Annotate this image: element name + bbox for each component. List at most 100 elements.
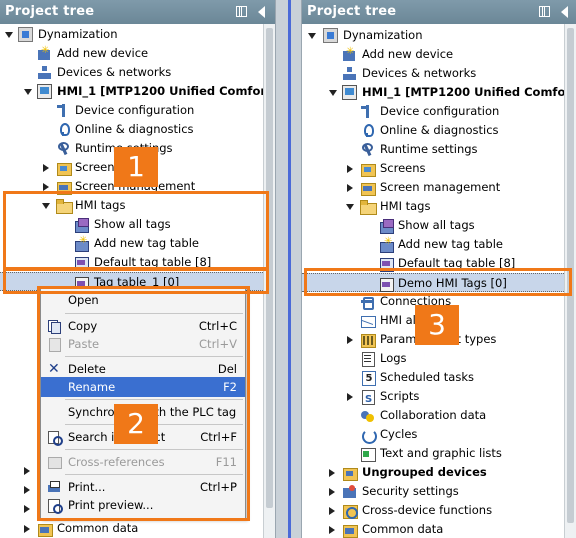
tree-item-hmi-tags[interactable]: HMI tags [0, 196, 263, 215]
tree-item-hmi-1[interactable]: HMI_1 [MTP1200 Unified Comfort] [302, 83, 576, 102]
tree-item-collaboration-data[interactable]: Collaboration data [302, 406, 564, 425]
tree-item-label: Add new tag table [398, 237, 503, 251]
expand-toggle-icon[interactable] [329, 507, 335, 515]
expand-toggle-icon[interactable] [329, 488, 335, 496]
tree-item-cycles[interactable]: Cycles [302, 425, 564, 444]
tree-item-label: Scripts [380, 389, 420, 403]
panel-title: Project tree [5, 4, 95, 19]
tree-item-demo-hmi-tags[interactable]: Demo HMI Tags [0] [302, 273, 564, 292]
vertical-scrollbar[interactable] [564, 24, 576, 538]
tree-item-devices-networks[interactable]: Devices & networks [0, 63, 263, 82]
tree-item-add-new-tag-table[interactable]: Add new tag table [302, 232, 564, 254]
menu-item-label: Cross-references [68, 455, 165, 469]
collapse-panel-icon[interactable] [561, 6, 568, 18]
expand-toggle-icon[interactable] [308, 33, 316, 39]
tree-item-hmi-1[interactable]: HMI_1 [MTP1200 Unified Comfort] [0, 82, 275, 101]
tree-item-devices-networks[interactable]: Devices & networks [302, 64, 564, 83]
tree-item-online-diagnostics[interactable]: Online & diagnostics [302, 121, 564, 140]
expand-toggle-icon[interactable] [24, 89, 32, 95]
expand-toggle-icon[interactable] [24, 486, 30, 494]
tree-item-device-configuration[interactable]: Device configuration [302, 102, 564, 121]
menu-item-rename[interactable]: Rename F2 [41, 377, 245, 397]
menu-item-shortcut: F2 [223, 380, 237, 394]
expand-toggle-icon[interactable] [24, 505, 30, 513]
expand-toggle-icon[interactable] [347, 336, 353, 344]
tree-item-text-graphic-lists[interactable]: Text and graphic lists [302, 444, 564, 463]
tree-item-label: HMI_1 [MTP1200 Unified Comfort] [362, 85, 576, 99]
common-data-icon [342, 522, 358, 538]
menu-item-paste[interactable]: Paste Ctrl+V [41, 334, 245, 354]
menu-item-cross-references[interactable]: Cross-references F11 [41, 452, 245, 472]
tree-item-logs[interactable]: Logs [302, 349, 564, 368]
expand-toggle-icon[interactable] [347, 393, 353, 401]
tag-table-icon [74, 255, 89, 271]
layout-icon[interactable] [539, 6, 550, 17]
tree-item-show-all-tags[interactable]: Show all tags [0, 215, 263, 234]
tree-item-cross-device-functions[interactable]: Cross-device functions [302, 501, 564, 520]
project-icon [18, 27, 33, 42]
tree-item-ungrouped-devices[interactable]: Ungrouped devices [302, 463, 564, 482]
tree-item-label: Screens [380, 161, 426, 175]
expand-toggle-icon[interactable] [24, 525, 30, 533]
tree-item-default-tag-table[interactable]: Default tag table [8] [302, 254, 564, 273]
expand-toggle-icon[interactable] [24, 467, 30, 475]
menu-item-print[interactable]: Print... Ctrl+P [41, 477, 245, 497]
tree-item-label: Security settings [362, 484, 459, 498]
tree-item-label: Default tag table [8] [94, 255, 212, 269]
tree-item-screens[interactable]: Screens [302, 159, 564, 178]
menu-item-shortcut: F11 [215, 455, 237, 469]
tree-item-hmi-tags[interactable]: HMI tags [302, 197, 564, 216]
tree-item-label: Device configuration [75, 103, 195, 117]
tree-item-scheduled-tasks[interactable]: Scheduled tasks [302, 368, 564, 387]
tree-item-screen-management[interactable]: Screen management [302, 178, 564, 197]
menu-item-print-preview[interactable]: Print preview... [41, 495, 245, 515]
scrollbar-thumb[interactable] [567, 28, 574, 523]
expand-toggle-icon[interactable] [43, 183, 49, 191]
layout-icon[interactable] [236, 6, 247, 17]
collapse-panel-icon[interactable] [258, 6, 265, 18]
tree-item-dynamization[interactable]: Dynamization [0, 25, 263, 44]
expand-toggle-icon[interactable] [347, 184, 353, 192]
tree-item-label: HMI_1 [MTP1200 Unified Comfort] [57, 84, 275, 98]
expand-toggle-icon[interactable] [42, 203, 50, 209]
tree-item-default-tag-table[interactable]: Default tag table [8] [0, 253, 263, 272]
menu-item-copy[interactable]: Copy Ctrl+C [41, 316, 245, 336]
callout-step-3: 3 [415, 305, 459, 345]
tree-item-online-diagnostics[interactable]: Online & diagnostics [0, 120, 263, 139]
callout-step-2: 2 [114, 404, 158, 444]
menu-item-label: Paste [68, 337, 100, 351]
scrollbar-thumb[interactable] [266, 28, 273, 508]
vertical-scrollbar[interactable] [263, 24, 275, 538]
tree-item-add-new-device[interactable]: Add new device [302, 42, 564, 64]
expand-toggle-icon[interactable] [43, 164, 49, 172]
tree-item-runtime-settings[interactable]: Runtime settings [302, 140, 564, 159]
alarm-icon [360, 313, 376, 328]
expand-toggle-icon[interactable] [329, 469, 335, 477]
cycles-icon [360, 427, 377, 444]
expand-toggle-icon[interactable] [5, 32, 13, 38]
tree-item-add-new-tag-table[interactable]: Add new tag table [0, 231, 263, 253]
expand-toggle-icon[interactable] [346, 204, 354, 210]
tree-item-show-all-tags[interactable]: Show all tags [302, 216, 564, 235]
tree-item-scripts[interactable]: Scripts [302, 387, 564, 409]
tree-item-security-settings[interactable]: Security settings [302, 482, 564, 501]
menu-item-delete[interactable]: Delete Del [41, 359, 245, 379]
menu-item-label: Copy [68, 319, 98, 333]
menu-item-open[interactable]: Open [41, 290, 245, 310]
project-tree-header: Project tree [0, 0, 275, 24]
expand-toggle-icon[interactable] [347, 165, 353, 173]
project-icon [323, 28, 338, 43]
cross-device-icon [342, 503, 358, 519]
tree-item-common-data[interactable]: Common data [302, 520, 564, 538]
expand-toggle-icon[interactable] [329, 90, 337, 96]
tree-item-dynamization[interactable]: Dynamization [302, 26, 564, 45]
tree-item-device-configuration[interactable]: Device configuration [0, 101, 263, 120]
diagnostics-icon [360, 123, 375, 138]
tree-item-label: HMI tags [75, 198, 126, 212]
add-device-icon [37, 41, 52, 61]
menu-item-label: Print... [68, 480, 106, 494]
tree-item-add-new-device[interactable]: Add new device [0, 41, 263, 63]
tree-item-common-data[interactable]: Common data [0, 519, 263, 538]
panel-title: Project tree [307, 4, 397, 19]
expand-toggle-icon[interactable] [329, 526, 335, 534]
